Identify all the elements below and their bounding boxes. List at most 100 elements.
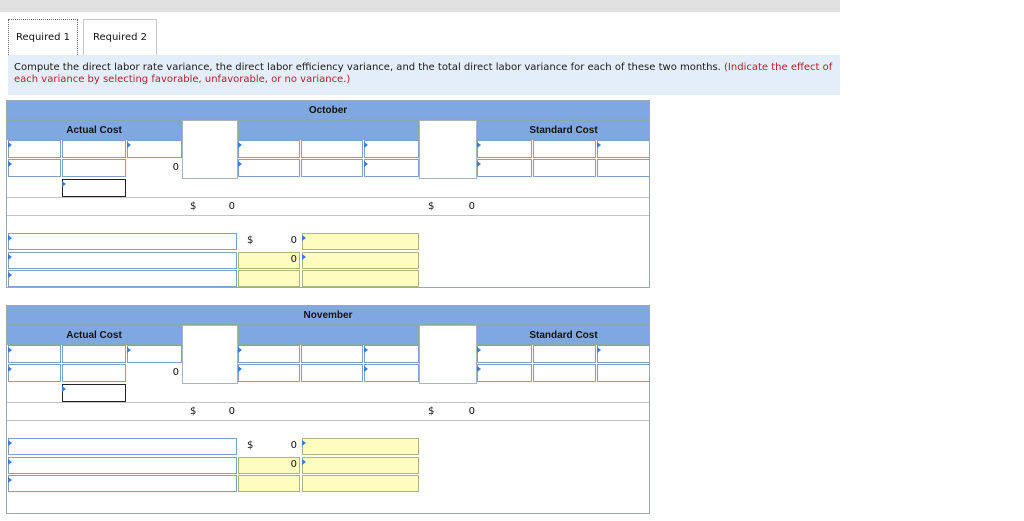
std-input-2[interactable] [533,345,596,363]
std-input-r2-3[interactable] [597,364,650,382]
divider [6,197,650,198]
actual-rate-label[interactable] [127,140,182,158]
dropdown-arrow-icon [477,142,481,148]
dollar-sign: $ [247,440,254,451]
total-variance-amount-box[interactable] [238,475,300,492]
std-input-3[interactable] [597,345,650,363]
actual-rate-label[interactable] [127,345,182,363]
actual-hours-input[interactable] [8,345,61,363]
std-input-r2-1[interactable] [477,364,532,382]
dollar-sign: $ [428,406,435,417]
actual-input-r3[interactable] [62,384,126,402]
rate-variance-label-select[interactable] [8,233,237,250]
rate-variance-effect-select[interactable] [302,233,419,250]
dropdown-arrow-icon [238,142,242,148]
dropdown-arrow-icon [597,347,601,353]
actual-hours-input[interactable] [8,140,61,158]
month-title-row: November [6,305,650,325]
actual-subtotal: 0 [172,367,179,378]
dropdown-arrow-icon [364,142,368,148]
dropdown-arrow-icon [8,459,12,465]
dropdown-arrow-icon [477,366,481,372]
total-variance-label-select[interactable] [8,475,237,492]
mid-input-3[interactable] [364,140,419,158]
standard-cost-header: Standard Cost [477,120,650,140]
std-input-r2-2[interactable] [533,364,596,382]
dropdown-arrow-icon [8,272,12,278]
actual-input-r2-1[interactable] [8,159,61,177]
mid-input-r2-3[interactable] [364,159,419,177]
mid-input-r2-1[interactable] [238,364,300,382]
actual-input-r3[interactable] [62,179,126,197]
dropdown-arrow-icon [127,142,131,148]
month-section-november: November Actual Cost Standard Cost 0 $ 0… [0,305,660,514]
spacer-cell [182,325,238,384]
total-variance-label-select[interactable] [8,270,237,287]
std-input-3[interactable] [597,140,650,158]
actual-cost-header: Actual Cost [6,325,182,345]
total-variance-amount-box[interactable] [238,270,300,287]
efficiency-variance-effect-select[interactable] [302,457,419,474]
divider [6,402,650,403]
standard-cost-header: Standard Cost [477,325,650,345]
total-variance-effect-select[interactable] [302,270,419,287]
mid-input-r2-1[interactable] [238,159,300,177]
rate-variance-label-select[interactable] [8,438,237,455]
dropdown-arrow-icon [597,142,601,148]
efficiency-variance-label-select[interactable] [8,252,237,269]
rate-variance-amount: 0 [290,235,297,246]
std-input-1[interactable] [477,345,532,363]
dropdown-arrow-icon [364,366,368,372]
dropdown-arrow-icon [8,347,12,353]
actual-total: 0 [228,406,235,417]
actual-input-r2-2[interactable] [62,159,126,177]
actual-cost-header: Actual Cost [6,120,182,140]
mid-input-2[interactable] [301,140,363,158]
std-input-r2-3[interactable] [597,159,650,177]
month-title: November [6,305,650,325]
dropdown-arrow-icon [302,235,306,241]
spacer-cell [419,120,477,179]
dropdown-arrow-icon [8,440,12,446]
mid-input-1[interactable] [238,345,300,363]
rate-variance-effect-select[interactable] [302,438,419,455]
std-input-r2-1[interactable] [477,159,532,177]
dropdown-arrow-icon [238,161,242,167]
dropdown-arrow-icon [302,440,306,446]
total-variance-effect-select[interactable] [302,475,419,492]
actual-hours-value[interactable] [62,140,126,158]
std-input-r2-2[interactable] [533,159,596,177]
dropdown-arrow-icon [238,347,242,353]
dropdown-arrow-icon [477,161,481,167]
divider [6,215,650,216]
actual-input-r2-1[interactable] [8,364,61,382]
spacer-cell [182,120,238,179]
dropdown-arrow-icon [8,235,12,241]
efficiency-variance-label-select[interactable] [8,457,237,474]
efficiency-variance-amount: 0 [290,459,297,470]
mid-input-r2-2[interactable] [301,364,363,382]
dropdown-arrow-icon [477,347,481,353]
std-input-2[interactable] [533,140,596,158]
actual-subtotal: 0 [172,162,179,173]
dropdown-arrow-icon [302,459,306,465]
dropdown-arrow-icon [62,181,66,187]
dropdown-arrow-icon [364,161,368,167]
mid-input-r2-2[interactable] [301,159,363,177]
efficiency-variance-effect-select[interactable] [302,252,419,269]
spacer-cell [419,325,477,384]
mid-input-3[interactable] [364,345,419,363]
dropdown-arrow-icon [8,366,12,372]
mid-input-r2-3[interactable] [364,364,419,382]
mid-input-2[interactable] [301,345,363,363]
dropdown-arrow-icon [8,142,12,148]
month-title-row: October [6,100,650,120]
dropdown-arrow-icon [238,366,242,372]
std-input-1[interactable] [477,140,532,158]
dropdown-arrow-icon [364,347,368,353]
actual-input-r2-2[interactable] [62,364,126,382]
divider [6,420,650,421]
actual-hours-value[interactable] [62,345,126,363]
mid-input-1[interactable] [238,140,300,158]
dropdown-arrow-icon [302,254,306,260]
